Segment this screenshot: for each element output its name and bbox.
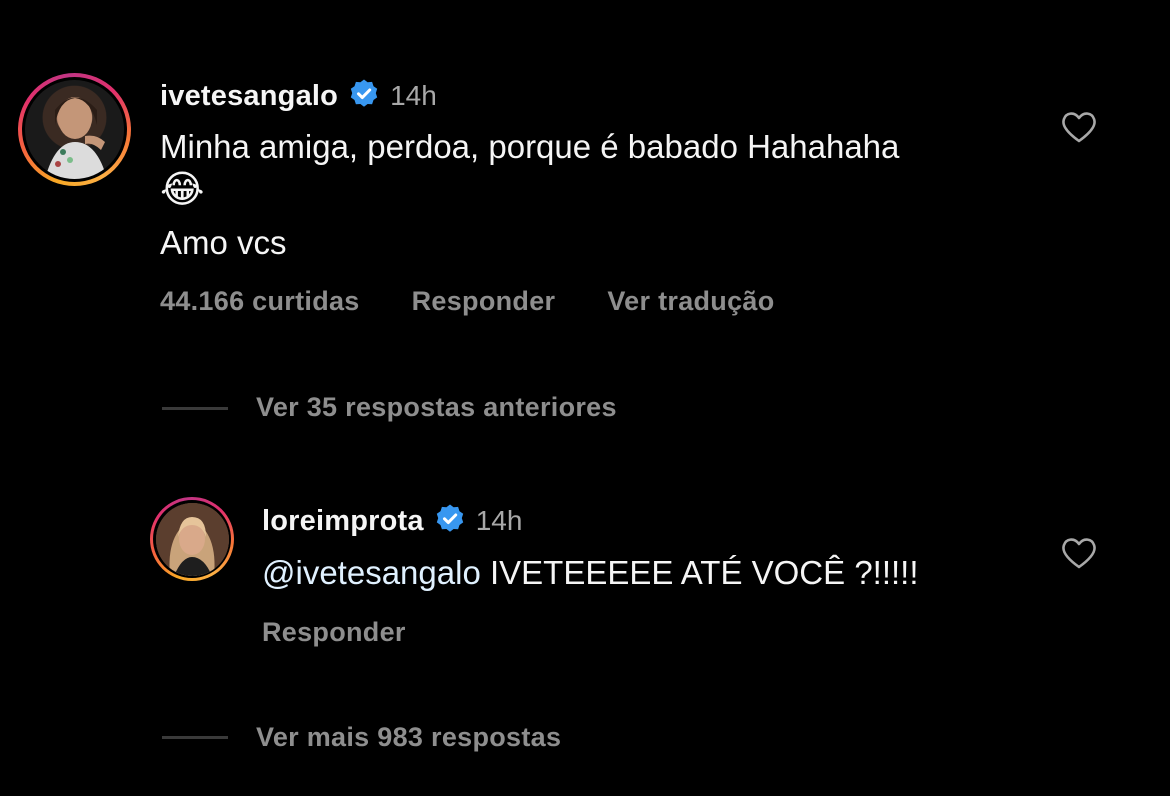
avatar-ivetesangalo[interactable]	[18, 73, 131, 186]
like-heart-icon[interactable]	[1061, 110, 1097, 144]
reply-time: 14h	[475, 505, 523, 536]
comment-time: 14h	[390, 80, 437, 111]
avatar-photo	[155, 502, 229, 576]
reply-text: @ivetesangalo IVETEEEEE ATÉ VOCÊ ?!!!!!	[262, 549, 919, 597]
laughing-emoji-icon: 😂	[160, 169, 205, 211]
reply-reply-button[interactable]: Responder	[262, 617, 406, 648]
reply-header: loreimprota 14h	[262, 501, 522, 541]
avatar-photo	[45, 97, 107, 179]
replies-divider	[162, 407, 228, 410]
translate-button[interactable]: Ver tradução	[607, 286, 774, 317]
verified-badge-icon	[434, 503, 466, 540]
comment-meta: 44.166 curtidas Responder Ver tradução	[160, 286, 775, 317]
reply-username[interactable]: loreimprota	[262, 505, 424, 538]
replies-divider	[162, 736, 228, 739]
view-earlier-replies-button[interactable]: Ver 35 respostas anteriores	[256, 392, 617, 423]
avatar-loreimprota[interactable]	[150, 497, 234, 581]
reply-body: IVETEEEEE ATÉ VOCÊ ?!!!!!	[480, 554, 919, 591]
mention-link[interactable]: @ivetesangalo	[262, 554, 481, 591]
comment-text-line1: Minha amiga, perdoa, porque é babado Hah…	[160, 128, 900, 165]
comment-header: ivetesangalo 14h	[160, 76, 437, 116]
comment-text-line2: Amo vcs	[160, 224, 287, 261]
like-heart-icon[interactable]	[1061, 536, 1097, 570]
reply-button[interactable]: Responder	[412, 286, 556, 317]
likes-count[interactable]: 44.166 curtidas	[160, 286, 360, 317]
comment-username[interactable]: ivetesangalo	[160, 80, 338, 113]
verified-badge-icon	[348, 78, 380, 115]
view-more-replies-button[interactable]: Ver mais 983 respostas	[256, 722, 561, 753]
